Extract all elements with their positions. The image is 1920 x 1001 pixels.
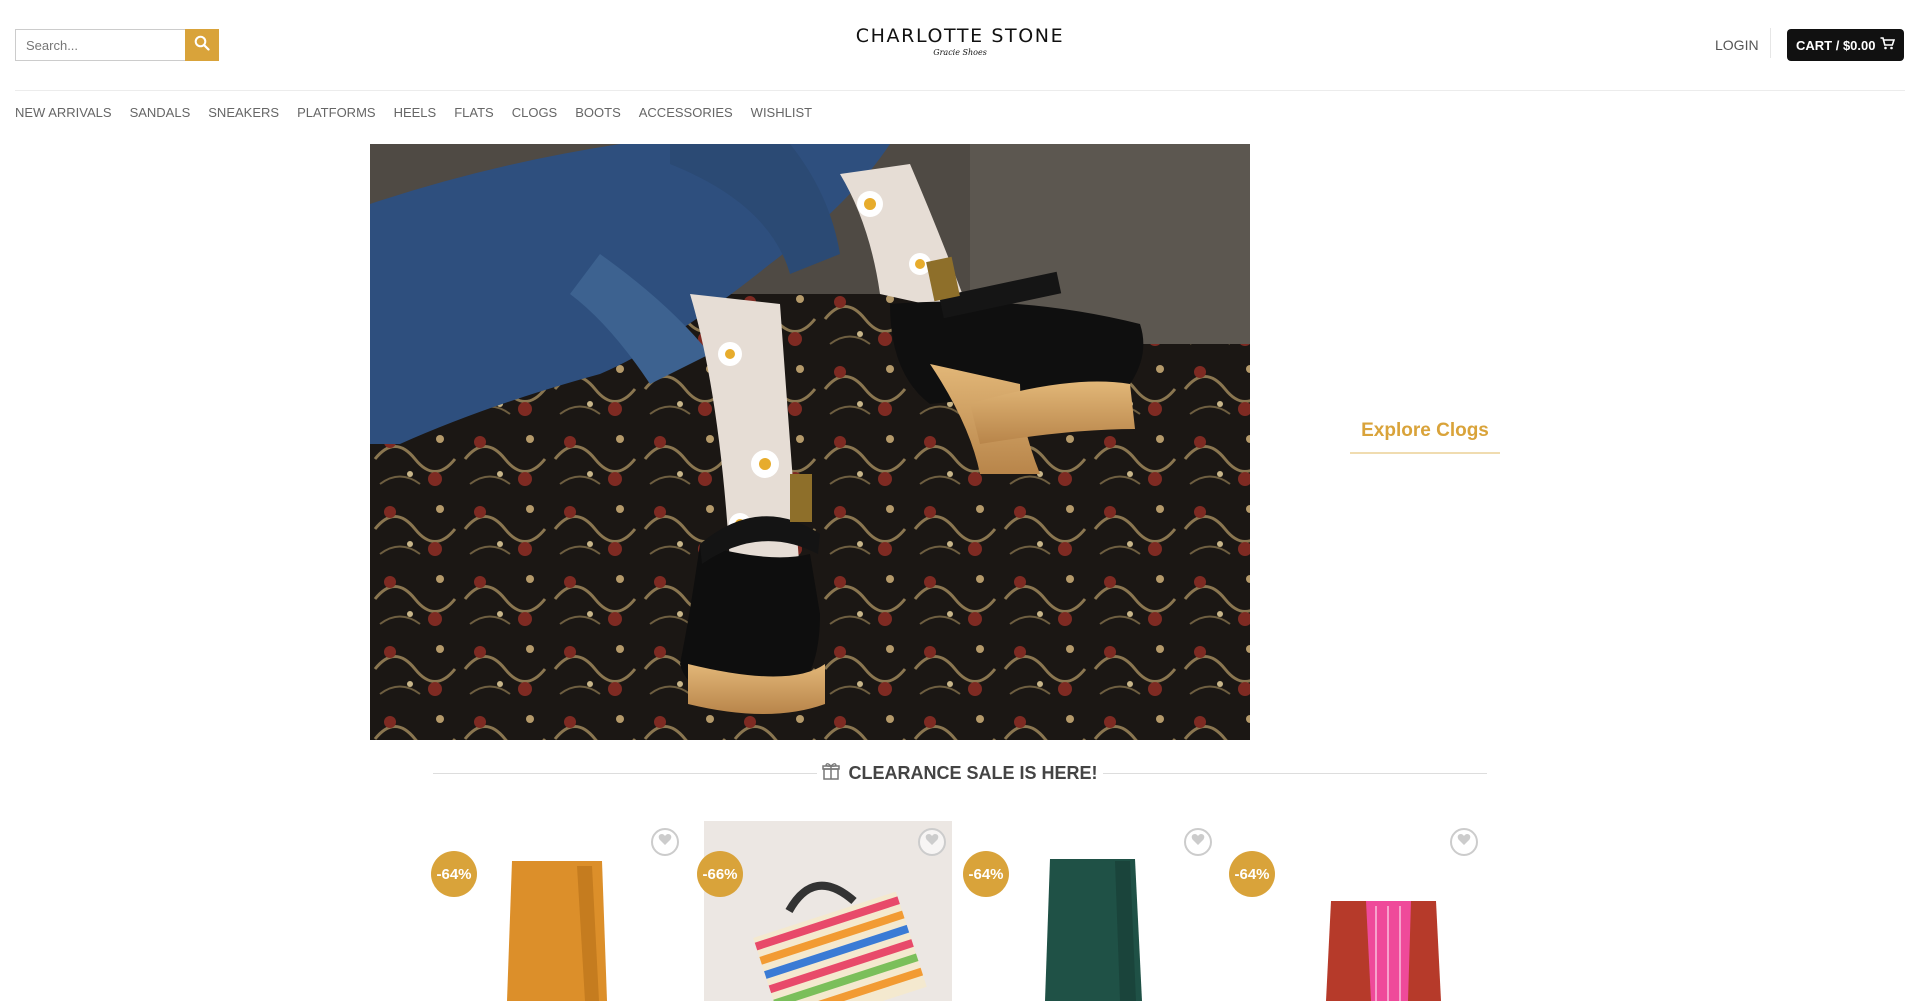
header-divider [1770, 28, 1771, 58]
product-card[interactable] [437, 821, 685, 1001]
main-nav: NEW ARRIVALS SANDALS SNEAKERS PLATFORMS … [15, 105, 812, 120]
heart-icon [1191, 833, 1205, 851]
nav-item-new-arrivals[interactable]: NEW ARRIVALS [15, 105, 112, 120]
product-card[interactable] [970, 821, 1218, 1001]
explore-clogs-label: Explore Clogs [1361, 420, 1489, 441]
nav-item-platforms[interactable]: PLATFORMS [297, 105, 376, 120]
nav-item-accessories[interactable]: ACCESSORIES [639, 105, 733, 120]
heart-icon [925, 833, 939, 851]
explore-clogs-underline [1350, 452, 1500, 454]
nav-item-sandals[interactable]: SANDALS [130, 105, 191, 120]
heart-icon [658, 833, 672, 851]
discount-badge: -64% [963, 851, 1009, 897]
wishlist-button[interactable] [651, 828, 679, 856]
nav-item-boots[interactable]: BOOTS [575, 105, 621, 120]
nav-item-heels[interactable]: HEELS [394, 105, 437, 120]
product-image-chelsea-boot [1236, 821, 1484, 1001]
wishlist-button[interactable] [1184, 828, 1212, 856]
product-image-rainbow-bag [704, 821, 952, 1001]
header-divider-line [15, 90, 1905, 91]
product-card[interactable] [704, 821, 952, 1001]
product-card[interactable] [1236, 821, 1484, 1001]
product-image-green-boot [970, 821, 1218, 1001]
cart-label: CART / $0.00 [1796, 37, 1876, 53]
logo-brand: CHARLOTTE STONE [855, 25, 1065, 47]
hero-image[interactable] [370, 144, 1250, 740]
discount-badge: -64% [1229, 851, 1275, 897]
nav-item-wishlist[interactable]: WISHLIST [751, 105, 812, 120]
heart-icon [1457, 833, 1471, 851]
wishlist-button[interactable] [1450, 828, 1478, 856]
nav-item-flats[interactable]: FLATS [454, 105, 494, 120]
clearance-heading: CLEARANCE SALE IS HERE! [433, 762, 1487, 786]
nav-item-clogs[interactable]: CLOGS [512, 105, 558, 120]
search-icon [194, 35, 210, 56]
login-link[interactable]: LOGIN [1715, 37, 1759, 53]
site-logo[interactable]: CHARLOTTE STONE Gracie Shoes [820, 26, 1100, 57]
search-button[interactable] [185, 29, 219, 61]
product-image-mustard-boot [437, 821, 685, 1001]
search-input[interactable] [15, 29, 185, 61]
cart-icon [1880, 37, 1896, 53]
discount-badge: -66% [697, 851, 743, 897]
gift-icon [822, 762, 841, 785]
clearance-title: CLEARANCE SALE IS HERE! [848, 763, 1098, 783]
explore-clogs-button[interactable]: Explore Clogs [1350, 420, 1500, 454]
cart-button[interactable]: CART / $0.00 [1787, 29, 1905, 61]
wishlist-button[interactable] [918, 828, 946, 856]
discount-badge: -64% [431, 851, 477, 897]
logo-tagline: Gracie Shoes [933, 48, 987, 57]
nav-item-sneakers[interactable]: SNEAKERS [208, 105, 279, 120]
search-form [15, 29, 219, 61]
site-header: CHARLOTTE STONE Gracie Shoes LOGIN CART … [0, 0, 1920, 90]
